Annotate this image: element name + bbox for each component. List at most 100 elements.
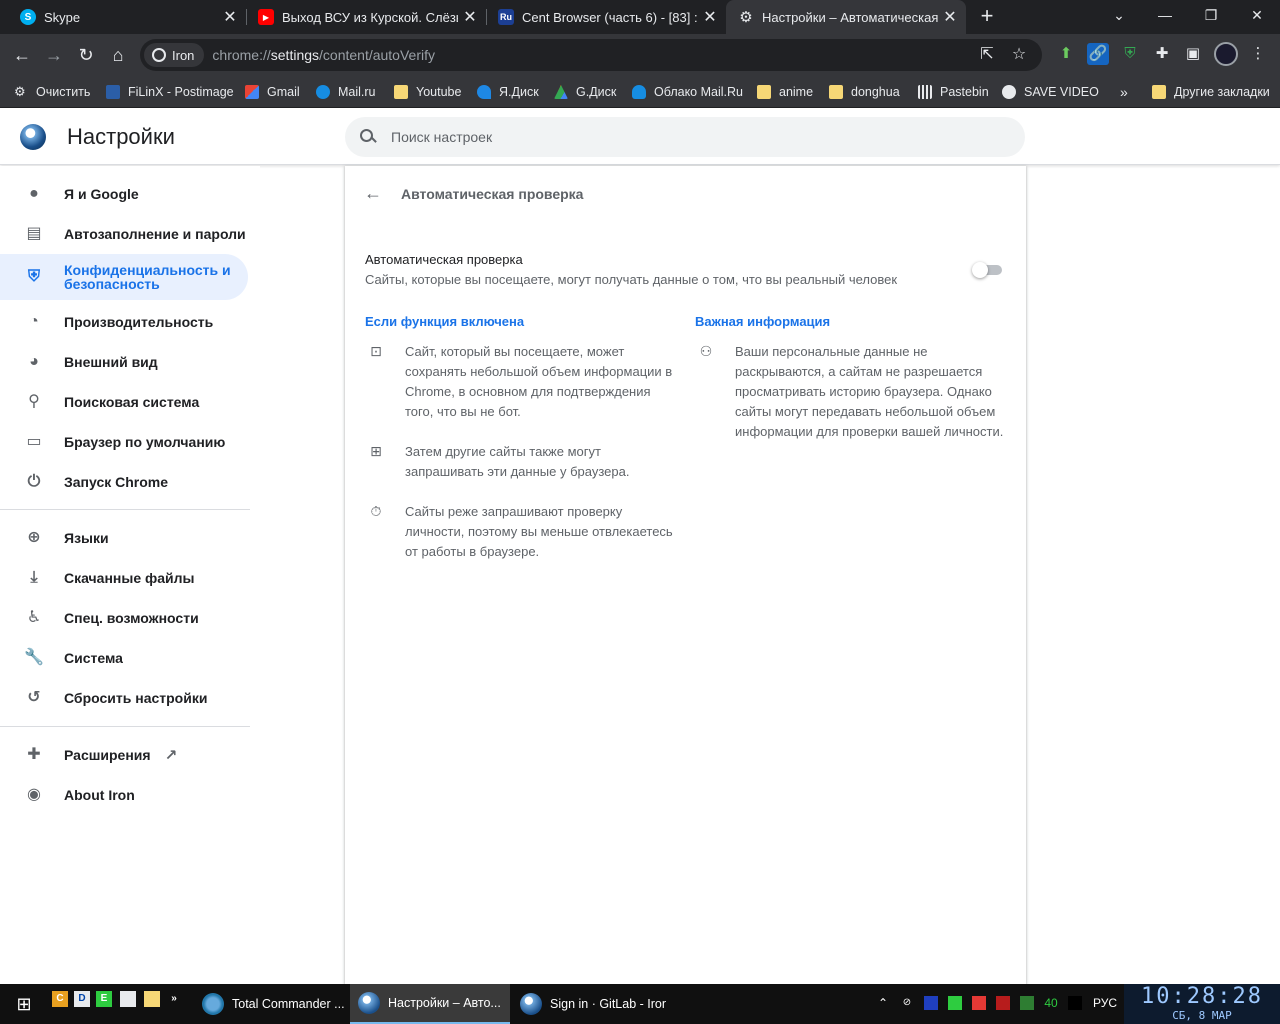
postimage-icon: [106, 85, 120, 99]
sidebar-item-appearance[interactable]: ◕ Внешний вид: [0, 348, 248, 376]
sidebar-item-system[interactable]: 🔧 Система: [0, 644, 248, 672]
taskbar: ⊞ C D E » Total Commander ... Настройки …: [0, 984, 1280, 1024]
accessibility-icon: ♿: [26, 609, 42, 626]
savevideo-icon: [1002, 85, 1016, 99]
new-tab-button[interactable]: +: [976, 4, 998, 30]
bookmark-anime-folder[interactable]: anime: [757, 82, 813, 102]
bookmark-pastebin[interactable]: Pastebin: [918, 82, 989, 102]
tray-app-icon[interactable]: [996, 996, 1010, 1010]
chevron-icon[interactable]: »: [166, 991, 182, 1007]
tray-app-icon[interactable]: [948, 996, 962, 1010]
bookmark-clear[interactable]: ⚙ Очистить: [14, 82, 90, 102]
bookmark-label: Mail.ru: [338, 85, 376, 99]
tab-skype[interactable]: S Skype ✕: [0, 0, 246, 34]
bookmark-donghua-folder[interactable]: donghua: [829, 82, 900, 102]
side-panel-icon[interactable]: ▣: [1182, 43, 1204, 65]
omnibox[interactable]: Iron chrome://settings/content/autoVerif…: [140, 39, 1042, 71]
minimize-button[interactable]: —: [1142, 0, 1188, 30]
back-button[interactable]: ←: [9, 42, 35, 68]
download-icon: ⤓: [30, 569, 38, 586]
bookmark-gdrive[interactable]: G.Диск: [554, 82, 616, 102]
info-item: ⊡ Сайт, который вы посещаете, может сохр…: [367, 342, 675, 422]
tab-ru-board[interactable]: Ru Cent Browser (часть 6) - [83] :: Г ✕: [478, 0, 726, 34]
clock-date: СБ, 8 МАР: [1172, 1009, 1232, 1022]
quick-launch-c[interactable]: C: [52, 991, 68, 1007]
sidebar-item-label: Поисковая система: [64, 394, 200, 410]
folder-icon[interactable]: [144, 991, 160, 1007]
sidebar-item-privacy[interactable]: ⛨ Конфиденциальность и безопасность: [0, 254, 248, 300]
avatar[interactable]: [1214, 42, 1238, 66]
back-arrow-icon[interactable]: ←: [363, 183, 383, 203]
share-icon[interactable]: ⇱: [977, 45, 997, 65]
clock[interactable]: 10:28:28 СБ, 8 МАР: [1124, 984, 1280, 1024]
menu-kebab-icon[interactable]: ⋮: [1247, 43, 1269, 65]
tray-app-icon[interactable]: [1020, 996, 1034, 1010]
settings-search[interactable]: [345, 117, 1025, 157]
site-info-chip[interactable]: Iron: [144, 43, 205, 67]
url-text[interactable]: chrome://settings/content/autoVerify: [212, 47, 435, 63]
bookmark-postimage[interactable]: FiLinX - Postimage: [106, 82, 234, 102]
tab-youtube[interactable]: ▶ Выход ВСУ из Курской. Слёзы Т ✕: [238, 0, 486, 34]
sidebar-item-autofill[interactable]: ▤ Автозаполнение и пароли: [0, 220, 248, 248]
sidebar-item-search-engine[interactable]: ⚲ Поисковая система: [0, 388, 248, 416]
tray-app-icon[interactable]: [1068, 996, 1082, 1010]
taskbar-iron-settings[interactable]: Настройки – Авто...: [350, 984, 510, 1024]
sidebar-item-extensions[interactable]: ✚ Расширения ↗: [0, 741, 248, 769]
notepad-icon[interactable]: [120, 991, 136, 1007]
sidebar-item-downloads[interactable]: ⤓ Скачанные файлы: [0, 564, 248, 592]
quick-launch-d[interactable]: D: [74, 991, 90, 1007]
sidebar-item-languages[interactable]: ⊕ Языки: [0, 524, 248, 552]
bookmark-save-video[interactable]: SAVE VIDEO: [1002, 82, 1099, 102]
sidebar-item-accessibility[interactable]: ♿ Спец. возможности: [0, 604, 248, 632]
auto-verify-toggle[interactable]: [972, 262, 1002, 278]
sidebar-item-default-browser[interactable]: ▭ Браузер по умолчанию: [0, 428, 248, 456]
tray-flag-icon[interactable]: [924, 996, 938, 1010]
sidebar-item-label: Спец. возможности: [64, 610, 199, 626]
bookmark-cloud-mailru[interactable]: Облако Mail.Ru: [632, 82, 743, 102]
forward-button[interactable]: →: [41, 42, 67, 68]
tab-settings[interactable]: ⚙ Настройки – Автоматическая п ✕: [726, 0, 966, 34]
quick-launch-e[interactable]: E: [96, 991, 112, 1007]
restore-button[interactable]: ❐: [1188, 0, 1234, 30]
bookmark-gmail[interactable]: Gmail: [245, 82, 300, 102]
sidebar-item-performance[interactable]: ◔ Производительность: [0, 308, 248, 336]
bookmark-other-folder[interactable]: Другие закладки: [1152, 82, 1270, 102]
reload-button[interactable]: ↻: [73, 42, 99, 68]
wrench-icon: 🔧: [24, 649, 44, 666]
subpage-title: Автоматическая проверка: [401, 186, 584, 202]
sidebar-item-about[interactable]: ◉ About Iron: [0, 781, 248, 809]
sidebar-item-on-startup[interactable]: ⏻ Запуск Chrome: [0, 468, 248, 496]
taskbar-iron-gitlab[interactable]: Sign in · GitLab - Iron: [512, 984, 666, 1024]
close-icon[interactable]: ✕: [698, 7, 722, 27]
paperclip-icon[interactable]: ⊘: [900, 996, 914, 1010]
bookmark-youtube-folder[interactable]: Youtube: [394, 82, 461, 102]
bookmark-yadisk[interactable]: Я.Диск: [477, 82, 539, 102]
search-input[interactable]: [391, 129, 991, 145]
home-button[interactable]: ⌂: [105, 42, 131, 68]
tray-chevron-icon[interactable]: ⌃: [876, 996, 890, 1010]
iron-browser-icon: [520, 993, 542, 1015]
skype-icon: S: [20, 9, 36, 25]
shield-extension-icon[interactable]: ⛨: [1119, 43, 1141, 65]
bookmark-mailru[interactable]: Mail.ru: [316, 82, 376, 102]
pastebin-icon: [918, 85, 932, 99]
taskbar-total-commander[interactable]: Total Commander ...: [194, 984, 346, 1024]
tray-app-icon[interactable]: [972, 996, 986, 1010]
bookmarks-bar: ⚙ Очистить FiLinX - Postimage Gmail Mail.…: [0, 76, 1280, 108]
bookmarks-overflow-button[interactable]: »: [1120, 82, 1128, 102]
close-icon[interactable]: ✕: [938, 7, 962, 27]
sidebar-item-reset[interactable]: ↺ Сбросить настройки: [0, 684, 248, 712]
language-indicator[interactable]: РУС: [1092, 996, 1118, 1010]
puzzle-icon[interactable]: ✚: [1151, 43, 1173, 65]
sidebar-item-you-and-google[interactable]: ● Я и Google: [0, 180, 248, 208]
sidebar-item-label: About Iron: [64, 787, 135, 803]
close-window-button[interactable]: ✕: [1234, 0, 1280, 30]
link-extension-icon[interactable]: 🔗: [1087, 43, 1109, 65]
star-icon[interactable]: ☆: [1009, 45, 1029, 65]
tab-search-icon[interactable]: ⌄: [1096, 0, 1142, 30]
gdrive-icon: [554, 85, 568, 99]
start-windows-icon[interactable]: ⊞: [8, 984, 40, 1024]
taskbar-item-label: Настройки – Авто...: [388, 996, 501, 1010]
tray-counter[interactable]: 40: [1040, 996, 1062, 1010]
arrow-up-extension-icon[interactable]: ⬆: [1055, 43, 1077, 65]
